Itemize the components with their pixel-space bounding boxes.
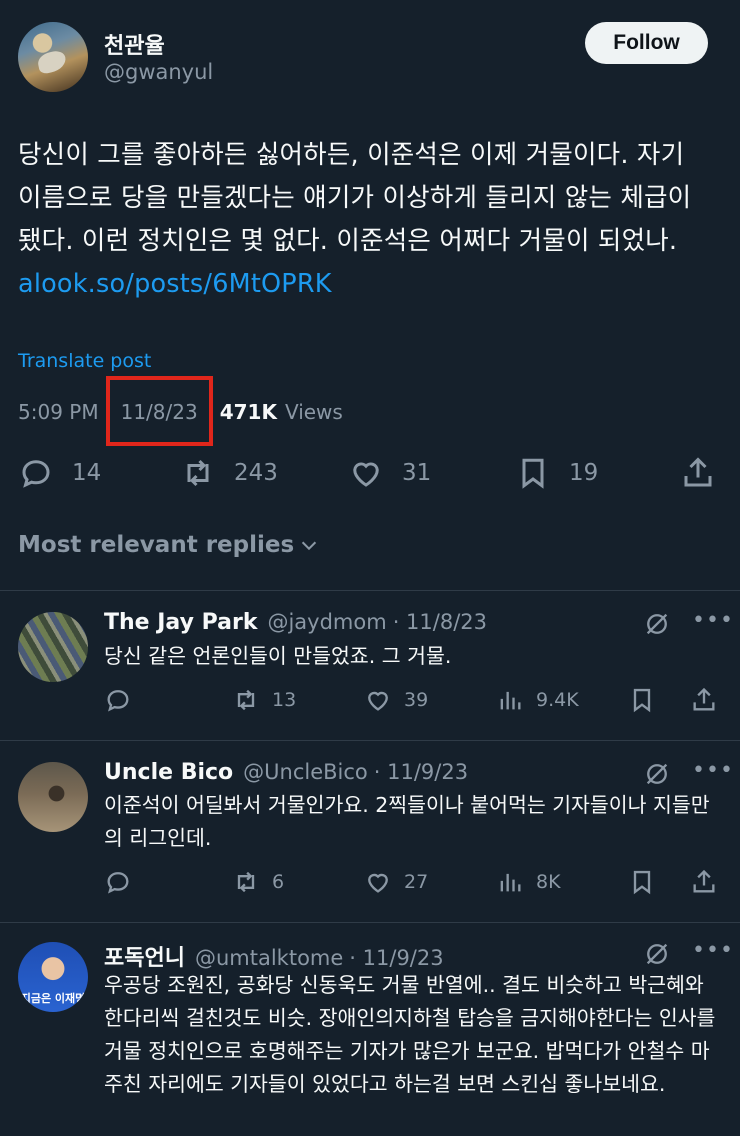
reply-icon xyxy=(107,872,129,894)
like-button[interactable]: 31 xyxy=(348,455,431,491)
share-icon xyxy=(684,457,712,487)
chevron-down-icon xyxy=(302,541,317,551)
grok-icon[interactable] xyxy=(643,760,671,792)
post-text: 당신이 그를 좋아하든 싫어하든, 이준석은 이제 거물이다. 자기 이름으로 … xyxy=(18,134,723,306)
post-text-line: 이름으로 당을 만들겠다는 얘기가 이상하게 들리지 않는 체급이 xyxy=(18,183,692,213)
reply-reply-button[interactable] xyxy=(104,686,132,714)
bookmark-icon xyxy=(522,458,544,489)
replies-filter[interactable]: Most relevant replies xyxy=(18,532,320,558)
reply-author-handle[interactable]: @UncleBico xyxy=(243,760,368,784)
reply-text: 우공당 조원진, 공화당 신동욱도 거물 반열에.. 결도 비슷하고 박근혜와 … xyxy=(104,973,716,1096)
reply-text: 이준석이 어딜봐서 거물인가요. 2찍들이나 붙어먹는 기자들이나 지들만의 리… xyxy=(104,793,710,850)
reply-share-button[interactable] xyxy=(690,868,718,896)
reply-like-button[interactable]: 27 xyxy=(364,868,428,896)
views-label: Views xyxy=(284,400,343,424)
bookmark-icon xyxy=(633,688,651,713)
reply-views-button[interactable]: 9.4K xyxy=(496,686,579,714)
translate-post-link[interactable]: Translate post xyxy=(18,350,151,372)
reply-date[interactable]: · 11/9/23 xyxy=(374,760,468,784)
reply-avatar[interactable] xyxy=(18,762,88,832)
replies-filter-label: Most relevant replies xyxy=(18,532,295,558)
repost-icon xyxy=(187,459,209,487)
post-time: 5:09 PM xyxy=(18,400,99,424)
date-highlight-box xyxy=(106,376,213,446)
reply-like-count: 39 xyxy=(404,689,429,711)
heart-icon xyxy=(368,691,388,711)
reply-share-button[interactable] xyxy=(690,686,718,714)
grok-icon[interactable] xyxy=(643,940,671,972)
analytics-icon xyxy=(500,691,521,710)
reply-date[interactable]: · 11/9/23 xyxy=(349,946,443,970)
follow-button[interactable]: Follow xyxy=(585,22,708,64)
reply-avatar[interactable] xyxy=(18,612,88,682)
reply-author-name[interactable]: 포독언니 xyxy=(104,940,185,972)
heart-icon xyxy=(353,462,379,487)
reply-header: 포독언니 @umtalktome · 11/9/23 xyxy=(104,940,444,972)
reply-author-handle[interactable]: @umtalktome xyxy=(195,946,343,970)
author-avatar[interactable] xyxy=(18,22,88,92)
reply-views-count: 9.4K xyxy=(536,689,579,711)
reply-repost-button[interactable]: 13 xyxy=(232,686,296,714)
post-text-line: 당신이 그를 좋아하든 싫어하든, 이준석은 이제 거물이다. 자기 xyxy=(18,140,685,170)
reply-like-count: 27 xyxy=(404,871,429,893)
post-text-line: 됐다. 이런 정치인은 몇 없다. 이준석은 어쩌다 거물이 되었나. xyxy=(18,226,678,256)
reply-button[interactable]: 14 xyxy=(18,455,101,491)
repost-icon xyxy=(237,689,255,711)
share-button[interactable] xyxy=(680,455,716,491)
more-options-icon[interactable]: ••• xyxy=(692,938,734,963)
share-icon xyxy=(693,869,715,893)
more-options-icon[interactable]: ••• xyxy=(692,608,734,633)
reply-like-button[interactable]: 39 xyxy=(364,686,428,714)
reply-repost-count: 13 xyxy=(272,689,297,711)
repost-count: 243 xyxy=(234,460,278,486)
reply-author-name[interactable]: Uncle Bico xyxy=(104,760,233,785)
repost-button[interactable]: 243 xyxy=(180,455,278,491)
reply-repost-count: 6 xyxy=(272,871,285,893)
reply-bookmark-button[interactable] xyxy=(628,868,656,896)
author-name[interactable]: 천관율 xyxy=(104,28,165,60)
divider xyxy=(0,740,740,741)
reply-reply-button[interactable] xyxy=(104,868,132,896)
divider xyxy=(0,590,740,591)
bookmark-count: 19 xyxy=(569,460,599,486)
reply-date[interactable]: · 11/8/23 xyxy=(393,610,487,634)
views-count: 471K xyxy=(219,400,277,424)
reply-avatar[interactable]: 지금은 이재명 xyxy=(18,942,88,1012)
reply-icon xyxy=(22,460,50,488)
reply-icon xyxy=(107,690,129,712)
heart-icon xyxy=(368,873,388,893)
bookmark-icon xyxy=(633,870,651,895)
reply-bookmark-button[interactable] xyxy=(628,686,656,714)
analytics-icon xyxy=(500,873,521,892)
like-count: 31 xyxy=(402,460,432,486)
more-options-icon[interactable]: ••• xyxy=(692,758,734,783)
reply-text: 당신 같은 언론인들이 만들었죠. 그 거물. xyxy=(104,644,452,668)
reply-views-count: 8K xyxy=(536,871,561,893)
reply-header: Uncle Bico @UncleBico · 11/9/23 xyxy=(104,760,468,785)
reply-views-button[interactable]: 8K xyxy=(496,868,561,896)
reply-count: 14 xyxy=(72,460,102,486)
repost-icon xyxy=(237,871,255,893)
author-handle[interactable]: @gwanyul xyxy=(104,60,213,84)
reply-author-handle[interactable]: @jaydmom xyxy=(267,610,386,634)
share-icon xyxy=(693,687,715,711)
post-link[interactable]: alook.so/posts/6MtOPRK xyxy=(18,263,723,306)
reply-author-name[interactable]: The Jay Park xyxy=(104,610,257,635)
reply-header: The Jay Park @jaydmom · 11/8/23 xyxy=(104,610,487,635)
bookmark-button[interactable]: 19 xyxy=(515,455,598,491)
reply-repost-button[interactable]: 6 xyxy=(232,868,284,896)
divider xyxy=(0,922,740,923)
grok-icon[interactable] xyxy=(643,610,671,642)
avatar-text: 지금은 이재명 xyxy=(20,992,86,1005)
